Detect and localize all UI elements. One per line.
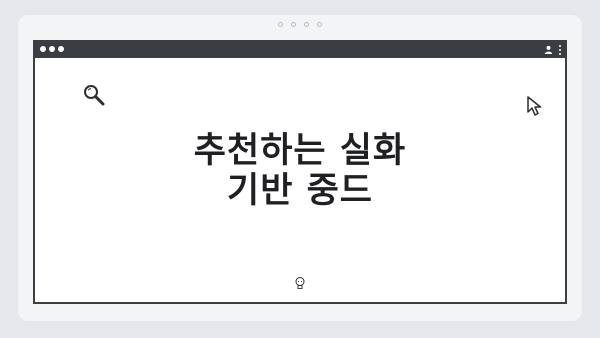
window-titlebar xyxy=(35,42,565,58)
kebab-menu-icon[interactable] xyxy=(559,45,562,55)
page-title: 추천하는 실화 기반 중드 xyxy=(35,131,565,211)
window-control-dot[interactable] xyxy=(49,46,55,52)
title-line-1: 추천하는 실화 xyxy=(193,131,407,171)
pager-dot[interactable] xyxy=(291,22,296,27)
browser-window: 추천하는 실화 기반 중드 xyxy=(33,40,567,304)
lightbulb-icon xyxy=(295,277,305,289)
window-control-dot[interactable] xyxy=(40,46,46,52)
window-control-dot[interactable] xyxy=(58,46,64,52)
slide-card: 추천하는 실화 기반 중드 xyxy=(18,15,582,321)
pager-dot[interactable] xyxy=(317,22,322,27)
pager-dots xyxy=(18,22,582,27)
window-controls xyxy=(40,46,64,52)
pager-dot[interactable] xyxy=(304,22,309,27)
cursor-pointer-icon xyxy=(527,96,542,116)
user-icon[interactable] xyxy=(544,45,553,54)
pager-dot[interactable] xyxy=(278,22,283,27)
title-line-2: 기반 중드 xyxy=(227,171,373,211)
search-icon xyxy=(84,85,105,106)
